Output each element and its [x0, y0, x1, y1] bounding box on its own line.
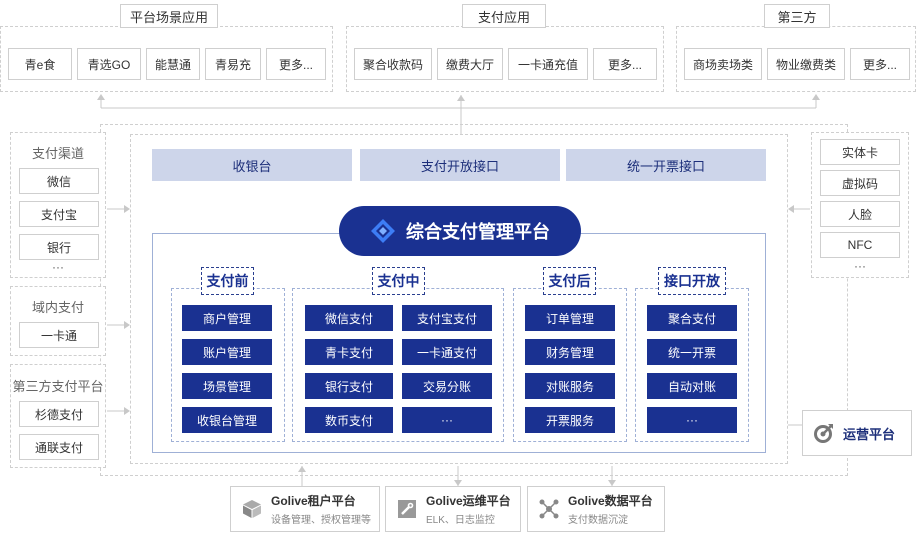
thirdparty-tonglian[interactable]: 通联支付	[19, 434, 99, 460]
btn-wechat-pay[interactable]: 微信支付	[305, 305, 393, 331]
btn-auto-reconcile[interactable]: 自动对账	[647, 373, 737, 399]
channel-alipay[interactable]: 支付宝	[19, 201, 99, 227]
channel-wechat[interactable]: 微信	[19, 168, 99, 194]
third-party-title: 第三方	[764, 4, 830, 28]
identity-face[interactable]: 人脸	[820, 201, 900, 227]
bottom-ops-platform[interactable]: Golive运维平台 ELK、日志监控	[385, 486, 521, 532]
btn-finance-mgmt[interactable]: 财务管理	[525, 339, 615, 365]
topbar-open-api[interactable]: 支付开放接口	[360, 149, 560, 181]
column-before-title: 支付前	[201, 267, 254, 295]
scene-item-nenghuitong[interactable]: 能慧通	[146, 48, 200, 80]
topbar-cashier[interactable]: 收银台	[152, 149, 352, 181]
btn-qingka-pay[interactable]: 青卡支付	[305, 339, 393, 365]
third-item-property[interactable]: 物业缴费类	[767, 48, 845, 80]
ops-platform-card[interactable]: 运营平台	[802, 410, 912, 456]
payment-item-card-topup[interactable]: 一卡通充值	[508, 48, 588, 80]
tenant-platform-sub: 设备管理、授权管理等	[271, 515, 371, 526]
domain-card[interactable]: 一卡通	[19, 322, 99, 348]
btn-unified-invoice[interactable]: 统一开票	[647, 339, 737, 365]
identity-nfc[interactable]: NFC	[820, 232, 900, 258]
scene-app-title: 平台场景应用	[120, 4, 218, 28]
data-platform-sub: 支付数据沉淀	[568, 515, 628, 526]
btn-bank-pay[interactable]: 银行支付	[305, 373, 393, 399]
scene-item-more[interactable]: 更多...	[266, 48, 326, 80]
wrench-icon	[396, 498, 418, 520]
domain-pay-title: 域内支付	[31, 300, 84, 315]
pay-channel-title: 支付渠道	[31, 146, 84, 161]
cube-icon	[241, 498, 263, 520]
payment-item-qrcode[interactable]: 聚合收款码	[354, 48, 432, 80]
identity-virtual-code[interactable]: 虚拟码	[820, 170, 900, 196]
scene-item-qingeshi[interactable]: 青e食	[8, 48, 72, 80]
core-platform-title: 综合支付管理平台	[406, 222, 550, 242]
ops-platform-label: 运营平台	[843, 426, 896, 442]
payment-item-more[interactable]: 更多...	[593, 48, 657, 80]
ops-icon	[813, 422, 835, 444]
btn-during-more[interactable]: ···	[402, 407, 492, 433]
network-icon	[538, 498, 560, 520]
payment-item-hall[interactable]: 缴费大厅	[437, 48, 503, 80]
btn-api-more[interactable]: ···	[647, 407, 737, 433]
topbar-invoice-api[interactable]: 统一开票接口	[566, 149, 766, 181]
bottom-tenant-platform[interactable]: Golive租户平台 设备管理、授权管理等	[230, 486, 380, 532]
column-during-title: 支付中	[372, 267, 425, 295]
ops-platform-sub: ELK、日志监控	[426, 515, 495, 526]
btn-split-settlement[interactable]: 交易分账	[402, 373, 492, 399]
btn-cashier-mgmt[interactable]: 收银台管理	[182, 407, 272, 433]
btn-invoicing[interactable]: 开票服务	[525, 407, 615, 433]
third-item-mall[interactable]: 商场卖场类	[684, 48, 762, 80]
identity-more: ···	[854, 259, 866, 273]
thirdparty-shande[interactable]: 杉德支付	[19, 401, 99, 427]
btn-order-mgmt[interactable]: 订单管理	[525, 305, 615, 331]
btn-scene-mgmt[interactable]: 场景管理	[182, 373, 272, 399]
data-platform-title: Golive数据平台	[568, 494, 653, 508]
channel-bank[interactable]: 银行	[19, 234, 99, 260]
btn-card-pay[interactable]: 一卡通支付	[402, 339, 492, 365]
tenant-platform-title: Golive租户平台	[271, 494, 356, 508]
btn-aggregate-pay[interactable]: 聚合支付	[647, 305, 737, 331]
channel-more: ···	[52, 260, 64, 274]
scene-item-qingyichong[interactable]: 青易充	[205, 48, 261, 80]
column-after-title: 支付后	[543, 267, 596, 295]
btn-alipay-pay[interactable]: 支付宝支付	[402, 305, 492, 331]
scene-item-qingxuan[interactable]: 青选GO	[77, 48, 141, 80]
bottom-data-platform[interactable]: Golive数据平台 支付数据沉淀	[527, 486, 665, 532]
platform-logo-icon	[370, 218, 396, 244]
identity-physical-card[interactable]: 实体卡	[820, 139, 900, 165]
btn-digital-currency-pay[interactable]: 数币支付	[305, 407, 393, 433]
ops-platform-title: Golive运维平台	[426, 494, 511, 508]
core-platform-banner: 综合支付管理平台	[339, 206, 581, 256]
payment-app-title: 支付应用	[462, 4, 546, 28]
column-api-title: 接口开放	[658, 267, 726, 295]
third-item-more[interactable]: 更多...	[850, 48, 910, 80]
btn-reconciliation[interactable]: 对账服务	[525, 373, 615, 399]
btn-merchant-mgmt[interactable]: 商户管理	[182, 305, 272, 331]
btn-account-mgmt[interactable]: 账户管理	[182, 339, 272, 365]
thirdparty-pay-title: 第三方支付平台	[12, 379, 104, 394]
